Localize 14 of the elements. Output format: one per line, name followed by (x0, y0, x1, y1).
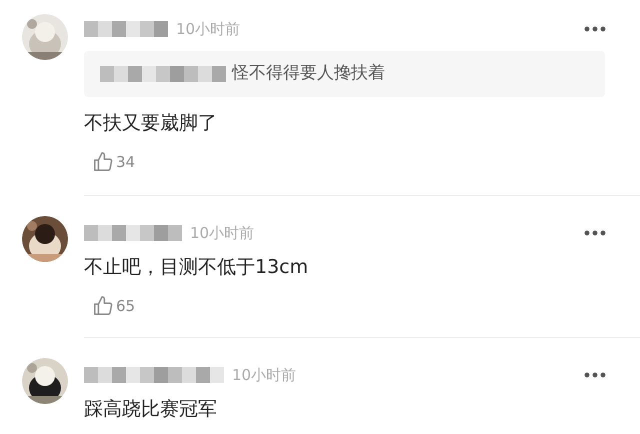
comment-time: 10小时前 (232, 365, 296, 386)
comment-time: 10小时前 (176, 19, 240, 40)
more-icon[interactable] (584, 372, 606, 378)
comment-text: 不扶又要崴脚了 (84, 110, 218, 136)
more-icon[interactable] (584, 26, 606, 32)
comment-text: 不止吧，目测不低于13cm (84, 254, 310, 280)
like-count: 34 (116, 152, 136, 173)
quote-text: 怪不得得要人搀扶着 (232, 62, 385, 85)
comment-time: 10小时前 (190, 223, 254, 244)
like-count: 65 (116, 296, 136, 317)
thumbs-up-icon[interactable] (92, 151, 114, 174)
more-icon[interactable] (584, 230, 606, 236)
comment-text: 踩高跷比赛冠军 (84, 396, 218, 422)
thumbs-up-icon[interactable] (92, 295, 114, 318)
